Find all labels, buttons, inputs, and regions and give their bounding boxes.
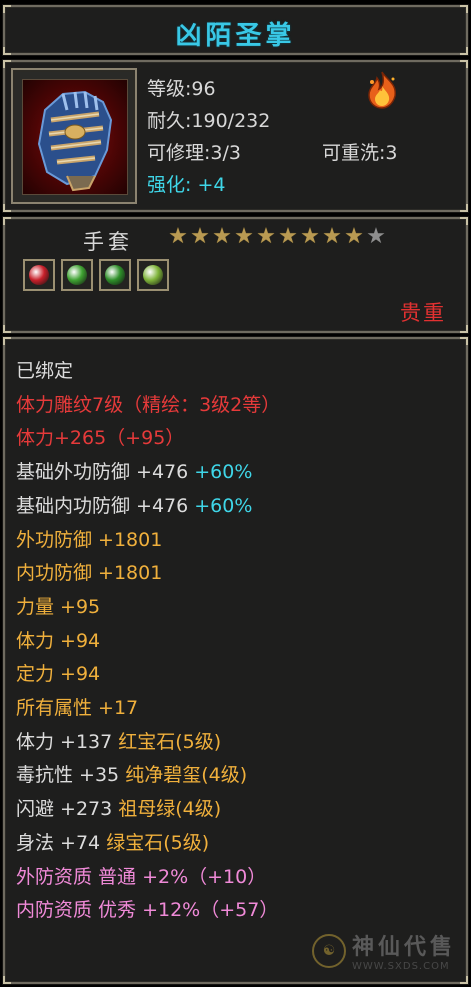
property-text: 体力 +94 — [16, 629, 101, 652]
item-level: 等级:96 — [147, 78, 216, 100]
gauntlet-icon — [22, 79, 128, 195]
property-line: 体力+265（+95） — [16, 426, 184, 450]
watermark-url: WWW.SXDS.COM — [351, 961, 450, 972]
property-text: 体力+265（+95） — [16, 427, 185, 450]
strengthen-value: +4 — [197, 174, 226, 196]
property-line: 身法 +74 绿宝石(5级) — [16, 831, 209, 855]
item-rewashable: 可重洗:3 — [322, 142, 398, 164]
property-text: 绿宝石(5级) — [106, 831, 210, 854]
property-text: 祖母绿(4级) — [118, 798, 222, 821]
emerald-gem-icon[interactable] — [61, 259, 93, 291]
property-line: 体力雕纹7级（精绘：3级2等） — [16, 393, 280, 417]
property-text: 所有属性 +17 — [16, 697, 139, 719]
frame-corner — [3, 325, 11, 333]
star-filled-icon: ★ — [322, 224, 342, 249]
frame-corner — [460, 217, 468, 225]
item-rarity: 贵重 — [400, 301, 446, 325]
property-text: 体力 +137 — [16, 730, 119, 753]
property-text: 身法 +74 — [16, 831, 107, 854]
property-text: 外防资质 普通 +2%（+10） — [16, 865, 267, 888]
property-line: 外防资质 普通 +2%（+10） — [16, 865, 266, 889]
fire-element-icon — [363, 70, 401, 110]
property-text: 红宝石(5级) — [118, 730, 222, 753]
property-text: 外功防御 +1801 — [16, 528, 163, 551]
star-filled-icon: ★ — [212, 224, 232, 249]
strengthen-label: 强化: — [147, 174, 192, 196]
frame-corner — [3, 976, 11, 984]
property-line: 基础外功防御 +476 +60% — [16, 460, 252, 484]
property-text: 毒抗性 +35 — [16, 764, 126, 787]
frame-corner — [3, 217, 11, 225]
property-text: 基础外功防御 +476 — [16, 461, 195, 484]
property-line: 内功防御 +1801 — [16, 561, 162, 585]
item-header: 等级:96 耐久:190/232 可修理:3/3 可重洗:3 强化: +4 — [3, 60, 468, 212]
frame-corner — [3, 5, 11, 13]
item-type-panel: 手套 ★ ★ ★ ★ ★ ★ ★ ★ ★ ★ 贵重 — [3, 217, 468, 333]
star-empty-icon: ★ — [366, 224, 386, 249]
property-line: 体力 +94 — [16, 629, 100, 653]
star-rating: ★ ★ ★ ★ ★ ★ ★ ★ ★ ★ — [168, 224, 386, 249]
watermark-name: 神仙代售 — [351, 935, 456, 960]
frame-corner — [460, 204, 468, 212]
item-icon-frame — [11, 68, 137, 204]
property-text: 基础内功防御 +476 — [16, 494, 195, 517]
star-filled-icon: ★ — [278, 224, 298, 249]
frame-corner — [3, 204, 11, 212]
property-text: 定力 +94 — [16, 663, 101, 686]
property-text: +60% — [194, 494, 253, 517]
property-line: 基础内功防御 +476 +60% — [16, 494, 252, 518]
property-text: 闪避 +273 — [16, 798, 119, 821]
star-filled-icon: ★ — [344, 224, 364, 249]
frame-corner — [460, 976, 468, 984]
star-filled-icon: ★ — [234, 224, 254, 249]
star-filled-icon: ★ — [256, 224, 276, 249]
item-durability: 耐久:190/232 — [147, 110, 271, 132]
frame-corner — [460, 337, 468, 345]
property-text: 已绑定 — [16, 360, 74, 382]
property-line: 外功防御 +1801 — [16, 528, 162, 552]
green-gem-icon[interactable] — [99, 259, 131, 291]
gem-sockets — [23, 259, 169, 291]
star-filled-icon: ★ — [300, 224, 320, 249]
jade-gem-icon[interactable] — [137, 259, 169, 291]
title-bar: 凶陌圣掌 — [3, 5, 468, 55]
property-line: 体力 +137 红宝石(5级) — [16, 730, 221, 754]
property-line: 内防资质 优秀 +12%（+57） — [16, 898, 278, 922]
property-line: 所有属性 +17 — [16, 696, 138, 720]
property-text: 内防资质 优秀 +12%（+57） — [16, 899, 279, 922]
frame-corner — [460, 325, 468, 333]
frame-corner — [460, 5, 468, 13]
item-repairable: 可修理:3/3 — [147, 142, 241, 164]
property-line: 闪避 +273 祖母绿(4级) — [16, 797, 221, 821]
ruby-gem-icon[interactable] — [23, 259, 55, 291]
frame-corner — [3, 60, 11, 68]
property-line: 已绑定 — [16, 359, 73, 383]
property-text: 力量 +95 — [16, 595, 101, 618]
item-type: 手套 — [83, 230, 133, 254]
watermark-seal-icon: ☯ — [311, 933, 346, 968]
property-text: 体力雕纹7级（精绘：3级2等） — [16, 393, 281, 416]
star-filled-icon: ★ — [190, 224, 210, 249]
item-tooltip: 凶陌圣掌 等级:96 耐久:190/232 可修理:3/3 可重洗:3 强化: … — [0, 0, 471, 987]
property-text: 纯净碧玺(4级) — [125, 764, 248, 787]
item-properties: 已绑定体力雕纹7级（精绘：3级2等） 体力+265（+95） 基础外功防御 +476… — [3, 337, 468, 984]
property-text: 内功防御 +1801 — [16, 562, 163, 585]
site-watermark: ☯ 神仙代售 WWW.SXDS.COM — [311, 929, 456, 972]
item-strengthen: 强化: +4 — [147, 170, 225, 197]
property-text: +60% — [194, 461, 253, 484]
frame-corner — [3, 337, 11, 345]
property-line: 力量 +95 — [16, 595, 100, 619]
star-filled-icon: ★ — [168, 224, 188, 249]
item-name: 凶陌圣掌 — [175, 21, 296, 51]
property-line: 定力 +94 — [16, 662, 100, 686]
frame-corner — [460, 60, 468, 68]
property-line: 毒抗性 +35 纯净碧玺(4级) — [16, 763, 247, 787]
